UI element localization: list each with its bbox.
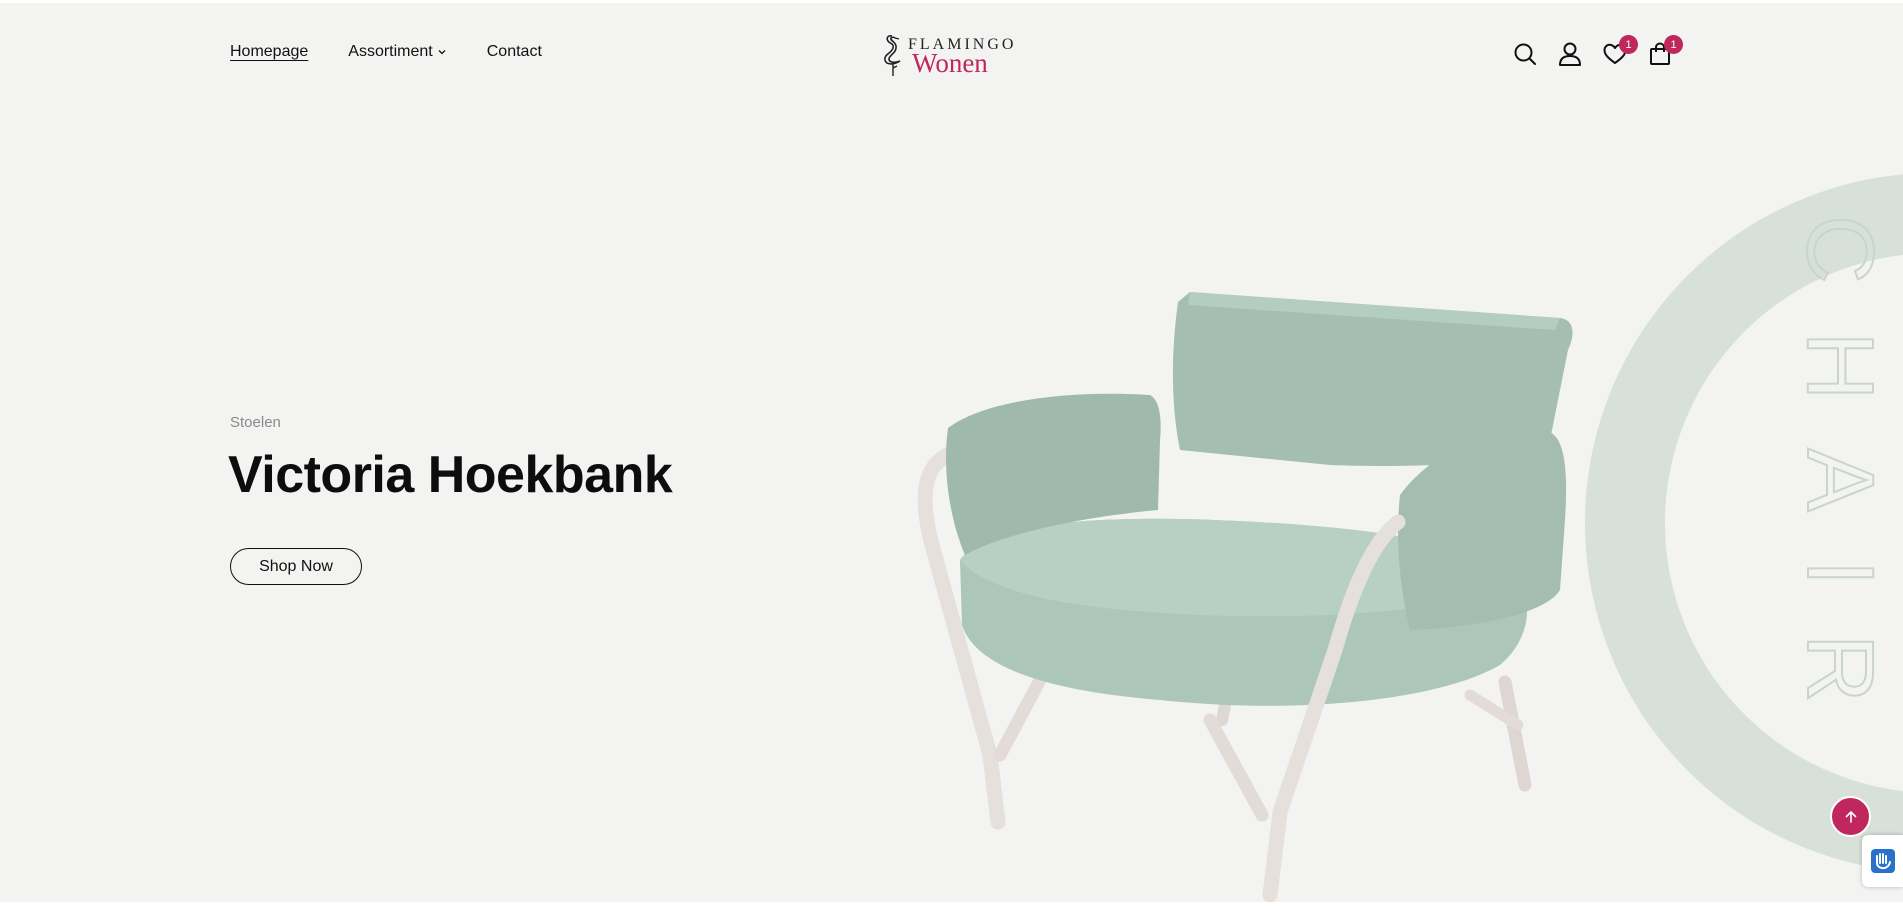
scroll-to-top-button[interactable]: [1830, 796, 1871, 837]
recaptcha-icon: [1870, 849, 1895, 873]
arrow-up-icon: [1845, 810, 1856, 823]
hero-category: Stoelen: [230, 414, 281, 431]
shop-now-button[interactable]: Shop Now: [230, 548, 362, 585]
hero-title: Victoria Hoekbank: [228, 446, 673, 504]
recaptcha-badge[interactable]: [1862, 835, 1903, 887]
bottom-border: [0, 902, 1903, 907]
